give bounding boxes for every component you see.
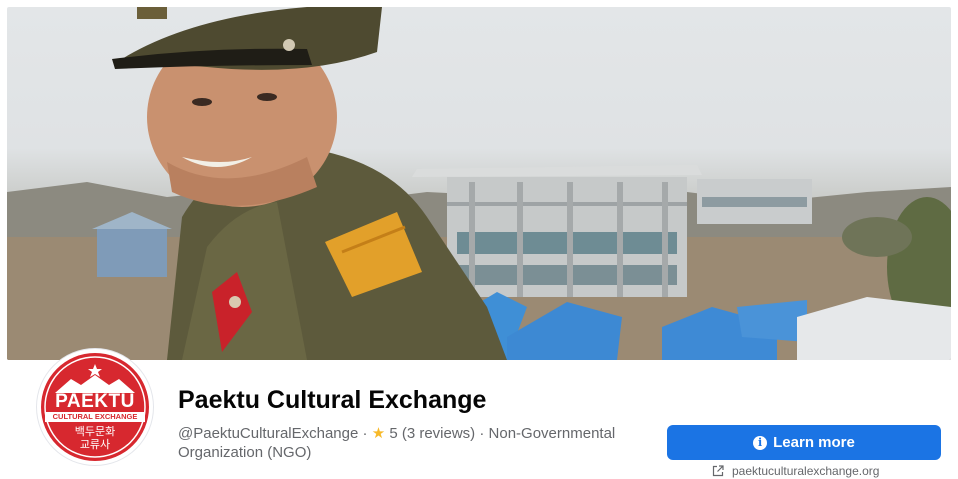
logo-name: PAEKTU	[55, 391, 135, 412]
page-title: Paektu Cultural Exchange	[178, 386, 487, 414]
logo-hangul-line1: 백두문화	[74, 425, 116, 438]
paektu-logo: PAEKTU CULTURAL EXCHANGE 백두문화 교류사	[41, 353, 149, 461]
cover-illustration	[7, 7, 951, 360]
cover-photo[interactable]	[7, 7, 951, 360]
star-icon: ★	[371, 425, 386, 442]
website-url: paektuculturalexchange.org	[732, 464, 880, 478]
logo-hangul: 백두문화 교류사	[41, 425, 149, 451]
logo-hangul-line2: 교류사	[79, 438, 111, 451]
website-link[interactable]: paektuculturalexchange.org	[712, 464, 879, 478]
page-avatar[interactable]: PAEKTU CULTURAL EXCHANGE 백두문화 교류사	[37, 349, 153, 465]
review-count[interactable]: (3 reviews)	[402, 425, 475, 442]
meta-separator: ·	[358, 425, 372, 442]
page-meta: @PaektuCulturalExchange · ★ 5 (3 reviews…	[178, 424, 658, 462]
external-link-icon	[712, 465, 724, 477]
rating-value: 5	[389, 425, 398, 442]
meta-separator: ·	[475, 425, 489, 442]
page-handle[interactable]: @PaektuCulturalExchange	[178, 425, 358, 442]
logo-subtitle: CULTURAL EXCHANGE	[45, 412, 145, 422]
learn-more-label: Learn more	[773, 434, 855, 451]
info-icon: i	[753, 435, 768, 450]
learn-more-button[interactable]: i Learn more	[667, 425, 941, 460]
